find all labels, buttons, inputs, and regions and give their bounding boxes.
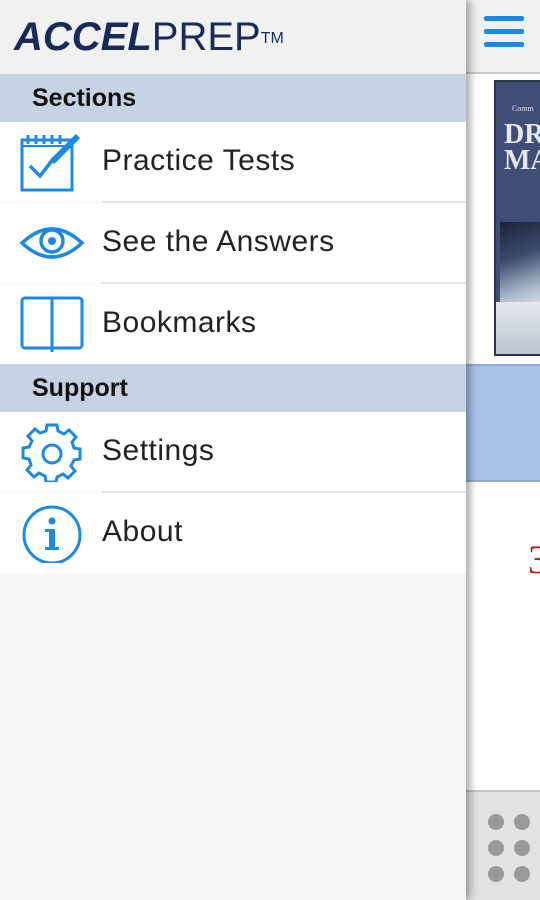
menu-item-label: Practice Tests: [102, 144, 296, 177]
menu-item-see-the-answers[interactable]: See the Answers: [0, 203, 466, 283]
menu-item-label: Settings: [102, 434, 215, 467]
menu-item-label: Bookmarks: [102, 306, 257, 339]
support-header-label: Support: [32, 374, 128, 402]
grid-dot: [514, 866, 530, 882]
logo-bar: ACCELPREPTM: [0, 0, 466, 74]
sections-header: Sections: [0, 74, 466, 122]
book-cover-image[interactable]: Comm DRMA: [494, 80, 540, 356]
eye-icon: [19, 227, 85, 259]
partial-number: 3: [528, 537, 540, 582]
hamburger-menu-icon[interactable]: [482, 12, 528, 58]
navigation-drawer: ACCELPREPTM Sections Practice Tests See …: [0, 0, 466, 900]
gear-icon: [21, 423, 82, 482]
support-header: Support: [0, 364, 466, 412]
grid-dot: [488, 866, 504, 882]
cover-small-text: Comm: [512, 104, 534, 113]
grid-dot: [514, 814, 530, 830]
cover-title-text: DRMA: [504, 119, 540, 176]
sections-header-label: Sections: [32, 84, 137, 112]
bottom-grid-button[interactable]: [466, 790, 540, 900]
menu-item-label: About: [102, 515, 183, 548]
menu-item-settings[interactable]: Settings: [0, 412, 466, 492]
main-content-panel: Comm DRMA 3: [466, 0, 540, 900]
grid-dot: [514, 840, 530, 856]
cover-airplane-art: [500, 222, 540, 302]
checklist-pencil-icon: [20, 133, 81, 192]
cover-ground-art: [496, 302, 540, 354]
accelprep-logo: ACCELPREPTM: [14, 15, 284, 59]
menu-item-practice-tests[interactable]: Practice Tests: [0, 122, 466, 202]
main-blue-band: [466, 364, 540, 482]
menu-item-bookmarks[interactable]: Bookmarks: [0, 284, 466, 364]
grid-dot: [488, 814, 504, 830]
info-icon: [22, 505, 82, 563]
main-action-bar: [466, 0, 540, 74]
menu-item-label: See the Answers: [102, 225, 335, 258]
book-icon: [20, 296, 84, 352]
grid-dot: [488, 840, 504, 856]
menu-item-about[interactable]: About: [0, 493, 466, 573]
